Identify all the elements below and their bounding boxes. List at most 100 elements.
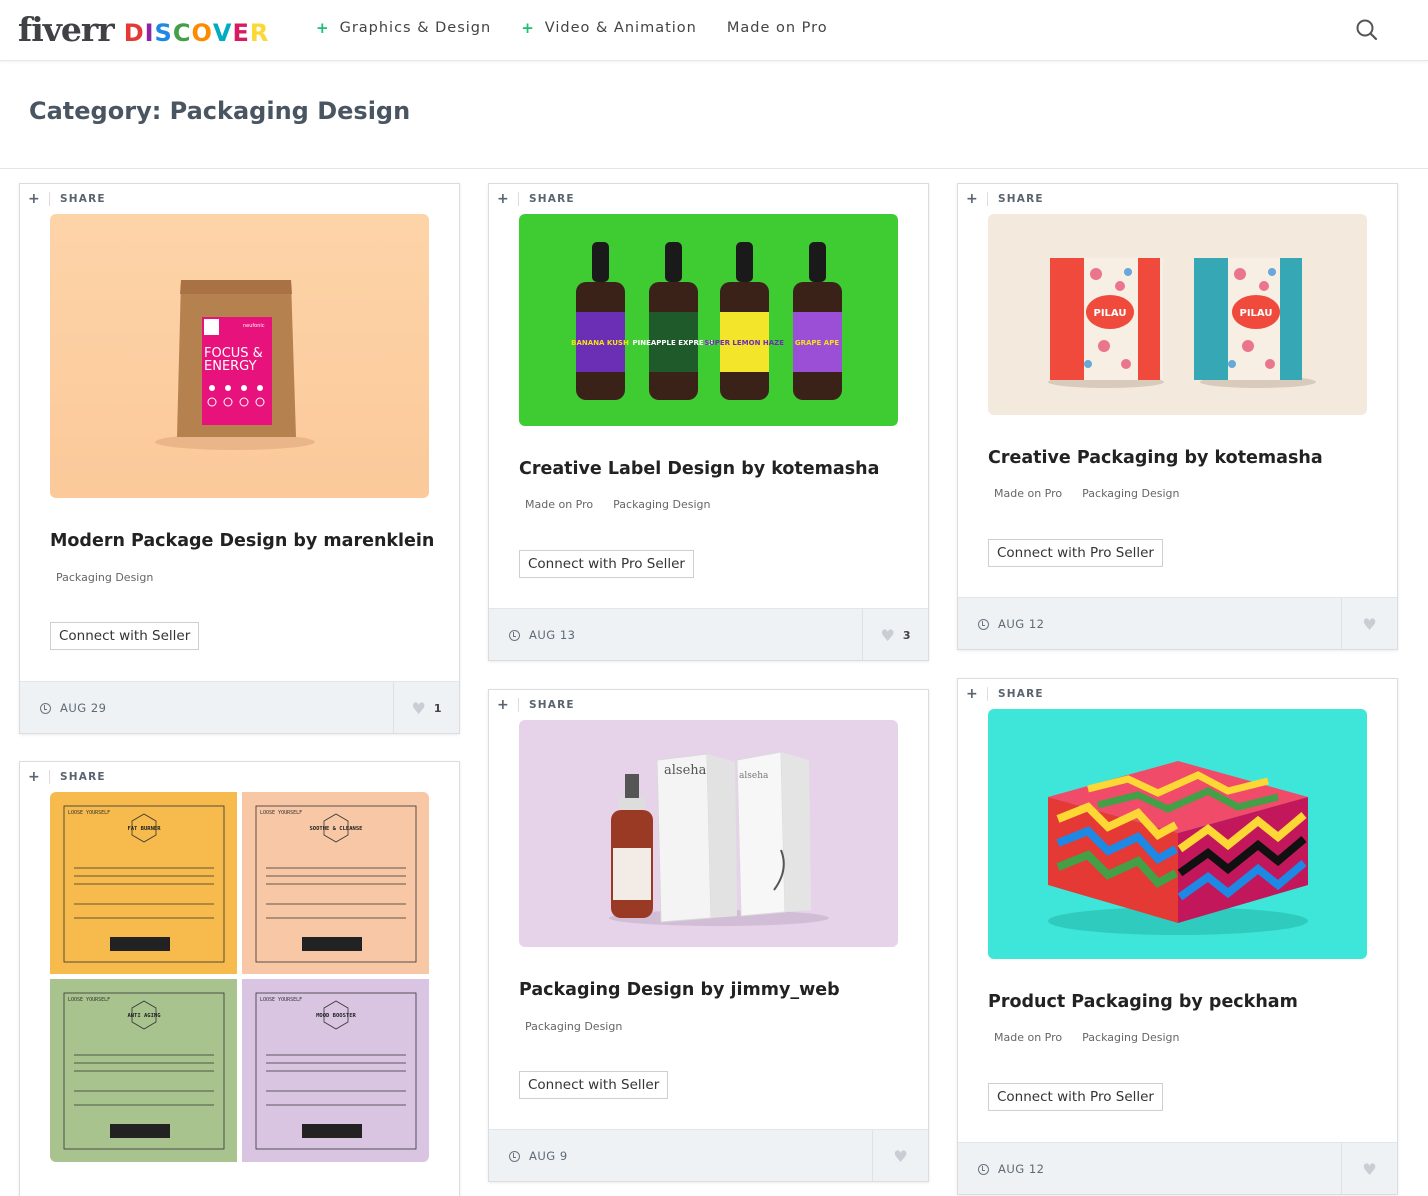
card-tags: Made on Pro Packaging Design	[525, 498, 730, 511]
tag-link[interactable]: Packaging Design	[613, 498, 710, 511]
card-tags: Packaging Design	[56, 571, 173, 584]
date-text: AUG 12	[998, 1162, 1045, 1176]
fiverr-discover-logo[interactable]: fiverr DISCOVER	[18, 10, 269, 49]
date-text: AUG 29	[60, 701, 107, 715]
heart-icon: ♥	[893, 1146, 908, 1166]
tag-link[interactable]: Packaging Design	[1082, 1031, 1179, 1044]
logo-discover-text: DISCOVER	[124, 19, 270, 47]
post-date: AUG 12	[978, 1143, 1045, 1194]
card-title[interactable]: Modern Package Design by marenklein	[50, 531, 434, 551]
nav-made-on-pro[interactable]: Made on Pro	[727, 20, 828, 36]
share-button[interactable]: SHARE	[998, 193, 1044, 205]
card-footer: AUG 12 ♥	[958, 1142, 1397, 1194]
card-title[interactable]: Packaging Design by jimmy_web	[519, 980, 840, 1000]
svg-text:alseha: alseha	[739, 771, 769, 781]
card-footer: AUG 12 ♥	[958, 597, 1397, 649]
share-button[interactable]: SHARE	[529, 699, 575, 711]
like-button[interactable]: ♥ 3	[862, 609, 928, 660]
tag-link[interactable]: Packaging Design	[1082, 487, 1179, 500]
card-toolbar: + SHARE	[20, 184, 459, 214]
like-button[interactable]: ♥	[1341, 598, 1397, 649]
logo-letter: I	[144, 19, 155, 47]
svg-text:SUPER LEMON HAZE: SUPER LEMON HAZE	[704, 339, 784, 347]
svg-text:MOOD BOOSTER: MOOD BOOSTER	[316, 1013, 356, 1019]
tag-link[interactable]: Made on Pro	[525, 498, 593, 511]
like-count: 1	[433, 701, 442, 715]
nav-label: Graphics & Design	[339, 20, 492, 36]
add-to-collection-button[interactable]: +	[20, 770, 50, 784]
card-toolbar: + SHARE	[958, 679, 1397, 709]
connect-with-seller-button[interactable]: Connect with Seller	[50, 622, 200, 650]
heart-icon: ♥	[1362, 614, 1377, 634]
heart-icon: ♥	[1362, 1159, 1377, 1179]
logo-letter: C	[172, 19, 192, 47]
svg-text:alseha: alseha	[664, 763, 707, 778]
share-button[interactable]: SHARE	[60, 193, 106, 205]
post-card: + SHARE Product Packaging by peckham Mad…	[957, 678, 1398, 1195]
svg-text:LOOSE YOURSELF: LOOSE YOURSELF	[68, 810, 110, 816]
tag-link[interactable]: Made on Pro	[994, 1031, 1062, 1044]
logo-letter: V	[212, 19, 233, 47]
post-date: AUG 9	[509, 1130, 568, 1181]
add-to-collection-button[interactable]: +	[958, 192, 988, 206]
like-button[interactable]: ♥	[872, 1130, 928, 1181]
share-button[interactable]: SHARE	[60, 771, 106, 783]
post-date: AUG 12	[978, 598, 1044, 649]
card-footer: AUG 13 ♥ 3	[489, 608, 928, 660]
add-to-collection-button[interactable]: +	[20, 192, 50, 206]
card-image-zigzag-box[interactable]	[988, 709, 1367, 959]
add-to-collection-button[interactable]: +	[958, 687, 988, 701]
card-title[interactable]: Product Packaging by peckham	[988, 992, 1298, 1012]
add-to-collection-button[interactable]: +	[489, 192, 519, 206]
date-text: AUG 9	[529, 1149, 568, 1163]
like-button[interactable]: ♥ 1	[393, 682, 459, 733]
clock-icon	[509, 629, 520, 641]
search-button[interactable]	[1354, 17, 1380, 43]
share-button[interactable]: SHARE	[998, 688, 1044, 700]
tag-link[interactable]: Made on Pro	[994, 487, 1062, 500]
post-card: + SHARE neufonic FOCUS & ENERGY Modern P…	[19, 183, 460, 734]
heart-icon: ♥	[880, 625, 895, 645]
card-image-bottles[interactable]: BANANA KUSH PINEAPPLE EXPRESS SUPER LEMO…	[519, 214, 898, 426]
svg-text:LOOSE YOURSELF: LOOSE YOURSELF	[260, 810, 302, 816]
clock-icon	[40, 702, 51, 714]
logo-letter: S	[154, 19, 173, 47]
connect-with-seller-button[interactable]: Connect with Seller	[519, 1071, 669, 1099]
logo-letter: E	[232, 19, 250, 47]
nav-graphics-design[interactable]: + Graphics & Design	[316, 19, 491, 37]
post-date: AUG 29	[40, 682, 107, 733]
card-image-alseha[interactable]: alseha alseha	[519, 720, 898, 947]
card-toolbar: + SHARE	[489, 690, 928, 720]
logo-fiverr-text: fiverr	[18, 10, 115, 49]
card-image-pouch[interactable]: neufonic FOCUS & ENERGY	[50, 214, 429, 498]
divider	[0, 168, 1428, 169]
tag-link[interactable]: Packaging Design	[525, 1020, 622, 1033]
card-title[interactable]: Creative Label Design by kotemasha	[519, 459, 879, 479]
plus-icon: +	[316, 19, 330, 37]
tag-link[interactable]: Packaging Design	[56, 571, 153, 584]
card-title[interactable]: Creative Packaging by kotemasha	[988, 448, 1323, 468]
card-tags: Made on Pro Packaging Design	[994, 487, 1199, 500]
connect-with-pro-seller-button[interactable]: Connect with Pro Seller	[519, 550, 694, 578]
share-button[interactable]: SHARE	[529, 193, 575, 205]
card-image-tea-labels[interactable]: LOOSE YOURSELF LOOSE YOURSELF LOOSE YOUR…	[50, 792, 429, 1162]
card-image-pilau[interactable]: PILAU PILAU	[988, 214, 1367, 415]
add-to-collection-button[interactable]: +	[489, 698, 519, 712]
svg-text:PILAU: PILAU	[1094, 308, 1127, 319]
nav-label: Made on Pro	[726, 20, 828, 36]
clock-icon	[978, 1163, 989, 1175]
top-navigation-bar: fiverr DISCOVER + Graphics & Design + Vi…	[0, 0, 1428, 61]
nav-video-animation[interactable]: + Video & Animation	[521, 19, 697, 37]
svg-text:ANTI AGING: ANTI AGING	[127, 1013, 161, 1019]
connect-with-pro-seller-button[interactable]: Connect with Pro Seller	[988, 539, 1163, 567]
card-tags: Made on Pro Packaging Design	[994, 1031, 1199, 1044]
post-card: + SHARE alseha alseha Packaging Design b…	[488, 689, 929, 1182]
logo-letter: O	[191, 19, 213, 47]
card-toolbar: + SHARE	[958, 184, 1397, 214]
search-icon	[1356, 19, 1378, 41]
like-button[interactable]: ♥	[1341, 1143, 1397, 1194]
card-footer: AUG 29 ♥ 1	[20, 681, 459, 733]
svg-text:ENERGY: ENERGY	[204, 359, 257, 374]
svg-text:GRAPE APE: GRAPE APE	[795, 339, 839, 347]
connect-with-pro-seller-button[interactable]: Connect with Pro Seller	[988, 1083, 1163, 1111]
